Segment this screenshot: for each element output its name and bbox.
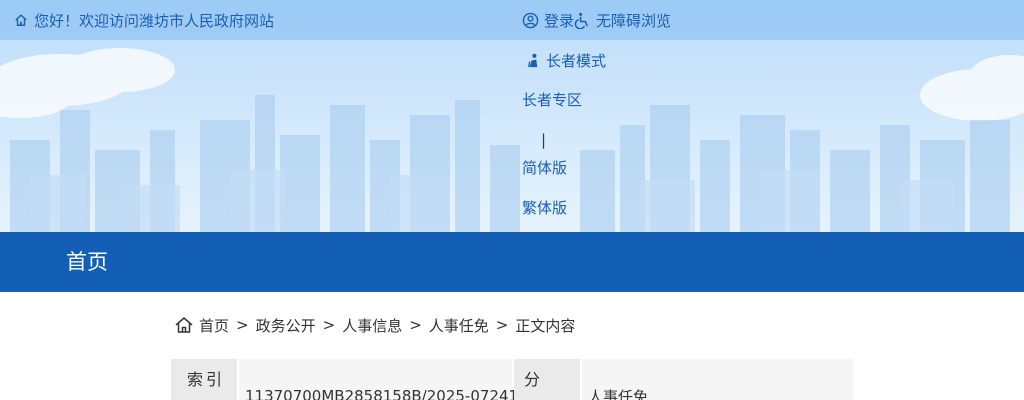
- breadcrumb: 首页 > 政务公开 > 人事信息 > 人事任免 > 正文内容: [174, 314, 575, 336]
- breadcrumb-arrow: >: [236, 316, 249, 334]
- welcome-text: 您好！欢迎访问潍坊市人民政府网站: [34, 11, 275, 30]
- login-label: 登录: [544, 11, 575, 30]
- breadcrumb-appointments[interactable]: 人事任免: [429, 315, 489, 336]
- elder-icon: [528, 53, 538, 67]
- main-nav: 首页: [0, 232, 1024, 292]
- elder-zone-link[interactable]: 长者专区: [522, 90, 582, 110]
- breadcrumb-arrow: >: [322, 316, 336, 334]
- breadcrumb-personnel-info[interactable]: 人事信息: [342, 315, 402, 336]
- home-icon: [175, 317, 193, 333]
- index-value: 11370700MB2858158B/2025-07241: [245, 387, 519, 400]
- breadcrumb-current: 正文内容: [515, 316, 576, 335]
- simplified-version-link[interactable]: 简体版: [522, 158, 567, 178]
- category-value: 人事任免: [588, 388, 649, 400]
- index-label-cell: 索引: [171, 359, 237, 400]
- welcome-message: 您好！欢迎访问潍坊市人民政府网站: [14, 10, 274, 30]
- separator: |: [541, 131, 547, 149]
- category-label: 分: [524, 370, 544, 389]
- document-info-table: 索引 11370700MB2858158B/2025-07241 分 人事任免: [171, 359, 853, 400]
- index-label: 索引: [187, 370, 226, 389]
- index-value-cell: 11370700MB2858158B/2025-07241: [239, 359, 518, 400]
- category-value-cell: 人事任免: [582, 359, 853, 400]
- accessibility-label: 无障碍浏览: [596, 11, 672, 30]
- elder-mode-label: 长者模式: [546, 51, 607, 70]
- breadcrumb-home[interactable]: 首页: [199, 315, 229, 336]
- elder-mode-link[interactable]: 长者模式: [524, 50, 606, 70]
- breadcrumb-arrow: >: [409, 316, 422, 334]
- breadcrumb-arrow: >: [495, 316, 509, 334]
- header-banner: 您好！欢迎访问潍坊市人民政府网站 登录 无障碍浏览 长者模式 长者专区 | 简体…: [0, 0, 1024, 232]
- traditional-version-link[interactable]: 繁体版: [522, 198, 567, 218]
- category-label-cell: 分: [514, 359, 580, 400]
- home-icon: [15, 14, 27, 26]
- wheelchair-icon: [574, 12, 588, 29]
- nav-item-home[interactable]: 首页: [66, 248, 108, 276]
- breadcrumb-gov-affairs[interactable]: 政务公开: [256, 315, 316, 336]
- login-link[interactable]: 登录: [522, 10, 574, 30]
- user-icon: [522, 12, 539, 28]
- accessibility-link[interactable]: 无障碍浏览: [574, 10, 671, 30]
